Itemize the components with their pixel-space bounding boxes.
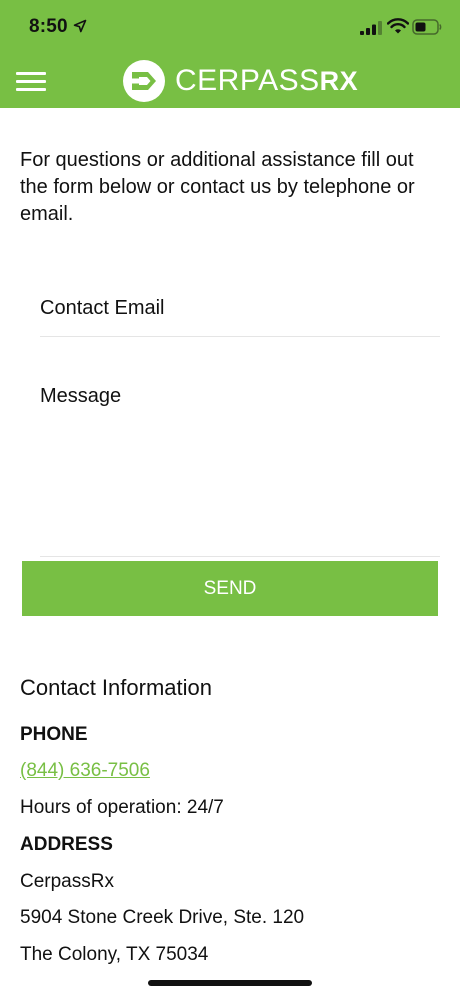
cellular-signal-icon [360, 21, 382, 35]
location-arrow-icon [73, 19, 87, 33]
address-line-city: The Colony, TX 75034 [20, 944, 209, 965]
app-header: 8:50 CERPASSRX [0, 0, 460, 108]
address-line-company: CerpassRx [20, 871, 114, 892]
intro-text: For questions or additional assistance f… [20, 149, 415, 225]
cerpass-logo-icon [123, 60, 165, 102]
address-heading: ADDRESS [20, 834, 113, 855]
status-time: 8:50 [29, 16, 68, 37]
message-field[interactable]: Message [40, 382, 440, 557]
brand-name-main: CERPASS [175, 64, 320, 97]
address-line-street: 5904 Stone Creek Drive, Ste. 120 [20, 907, 305, 928]
brand-name: CERPASSRX [175, 59, 358, 103]
brand-name-suffix: RX [319, 66, 359, 96]
hamburger-menu-icon [16, 72, 46, 75]
brand-logo: CERPASSRX [122, 59, 358, 103]
contact-email-label: Contact Email [40, 297, 165, 319]
status-bar: 8:50 [0, 0, 460, 56]
contact-email-field[interactable]: Contact Email [40, 294, 440, 337]
message-label: Message [40, 385, 122, 407]
contact-information-title: Contact Information [20, 675, 212, 700]
send-button[interactable]: SEND [22, 561, 438, 616]
phone-number-link[interactable]: (844) 636-7506 [20, 760, 150, 782]
home-indicator [148, 980, 312, 986]
menu-button[interactable] [16, 70, 46, 92]
phone-heading: PHONE [20, 724, 88, 745]
hours-of-operation: Hours of operation: 24/7 [20, 797, 224, 818]
battery-icon [412, 19, 442, 35]
wifi-icon [387, 18, 409, 34]
